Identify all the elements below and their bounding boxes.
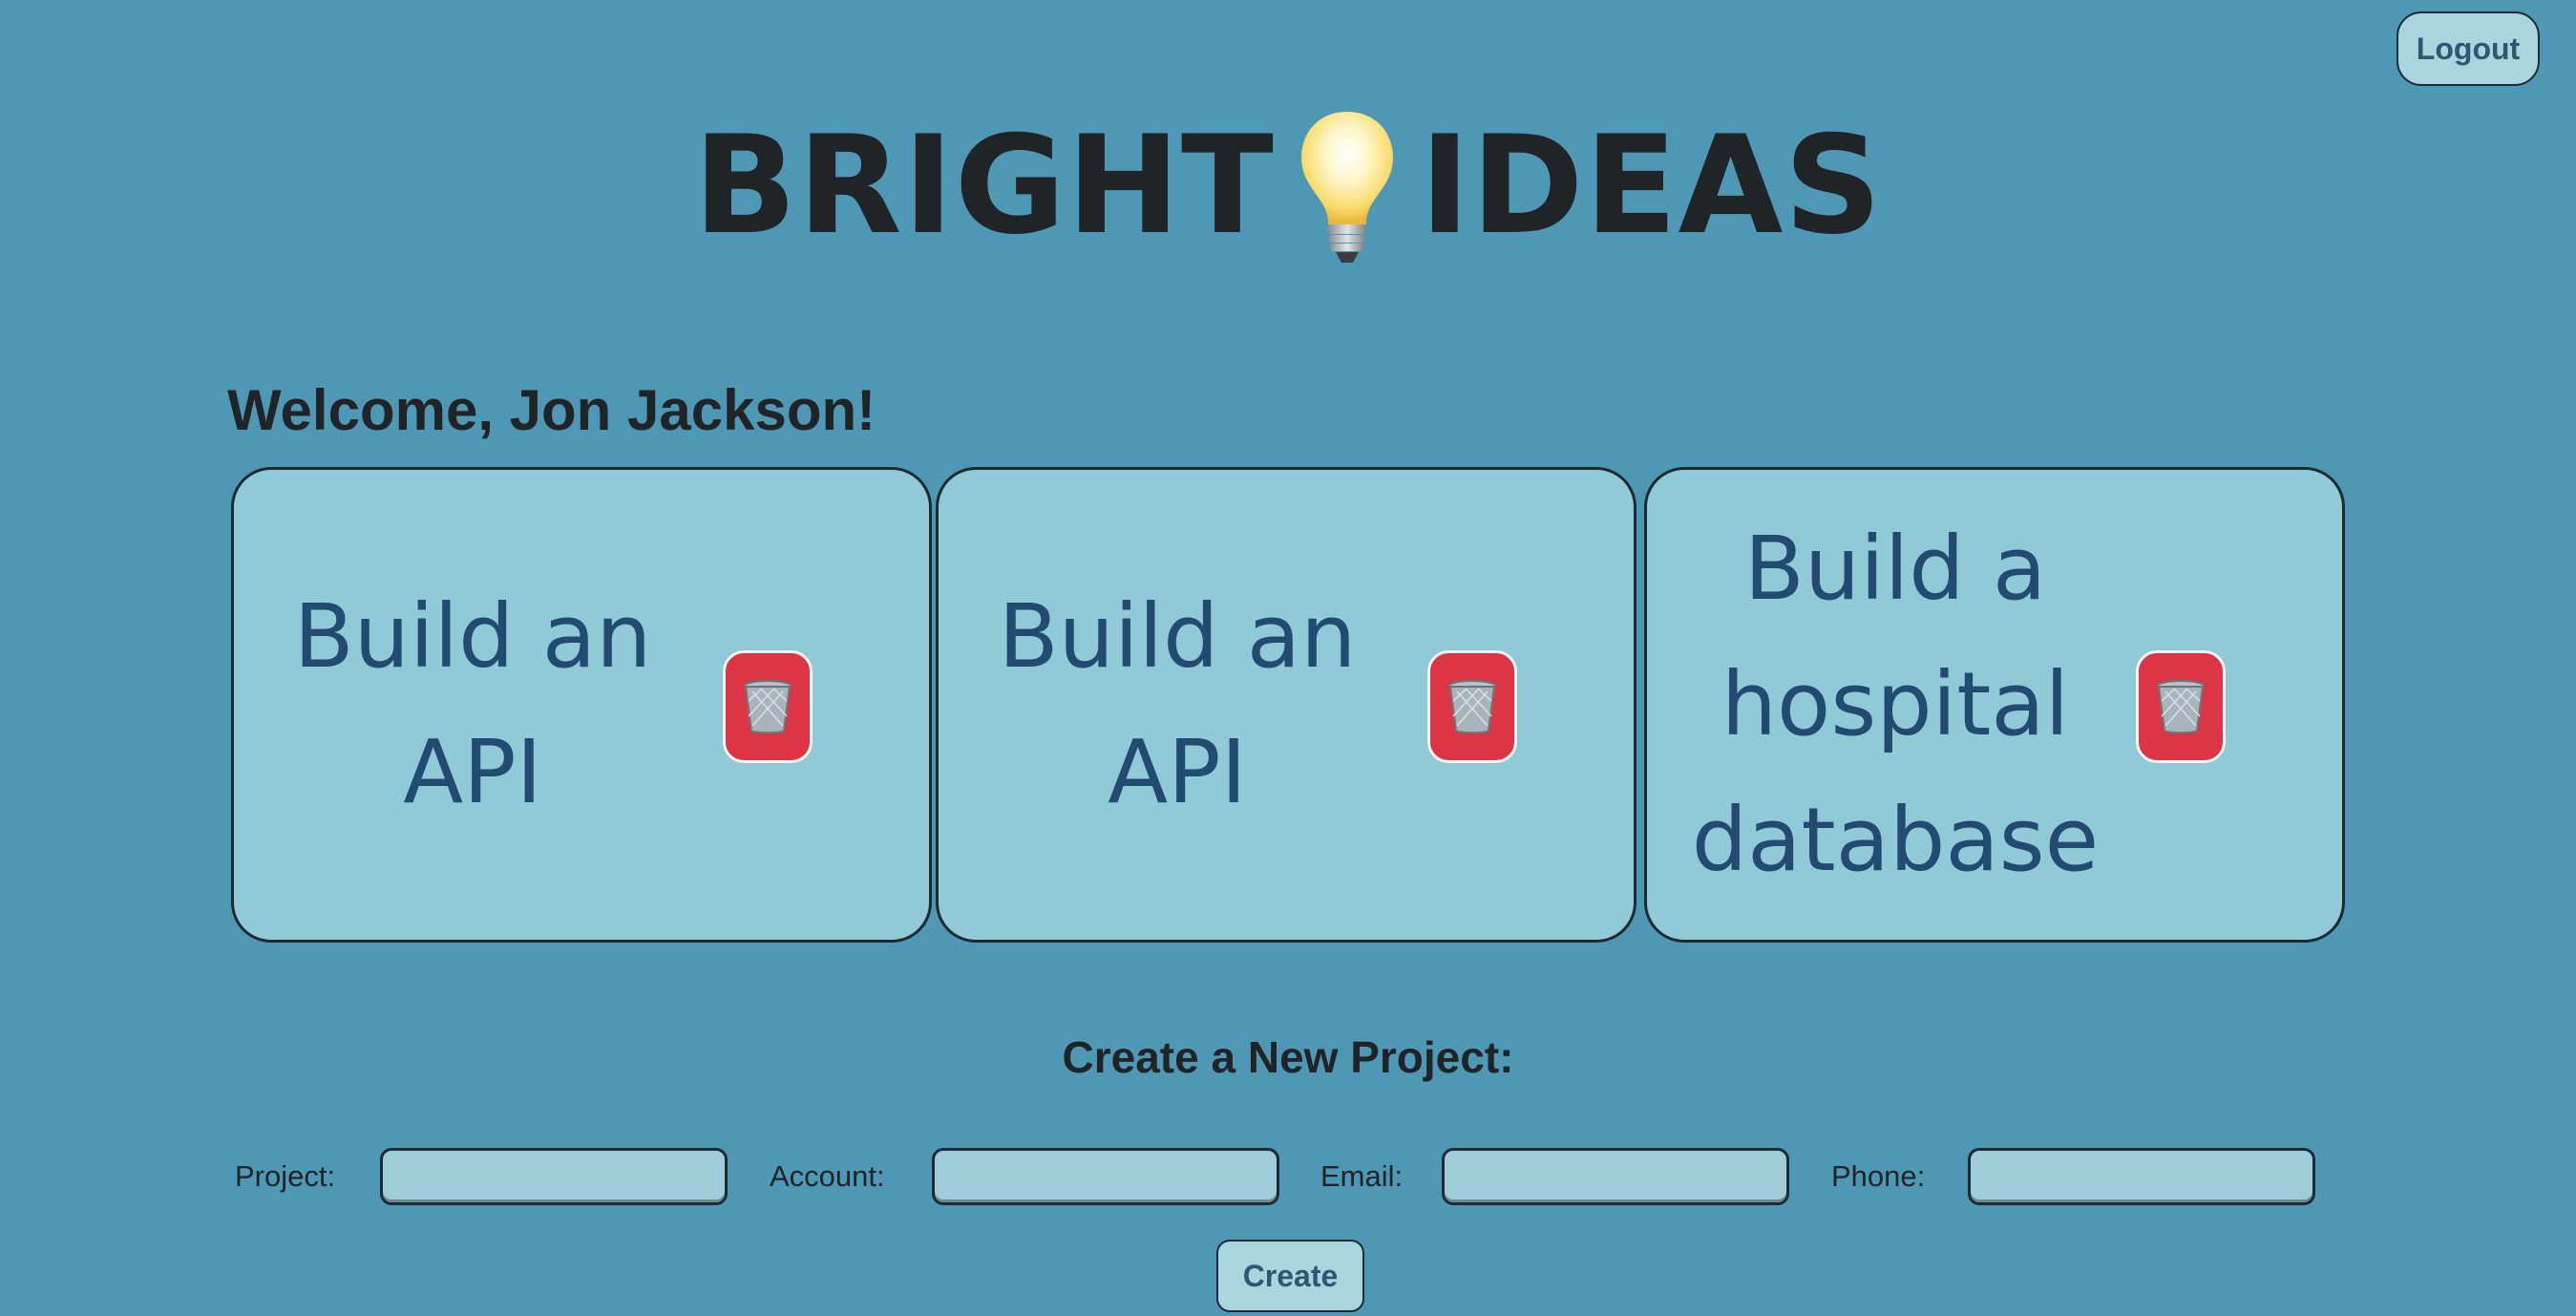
create-project-heading: Create a New Project: xyxy=(1062,1032,1514,1082)
project-field-label: Project: xyxy=(235,1159,336,1193)
create-project-button[interactable]: Create xyxy=(1216,1240,1364,1312)
trash-icon xyxy=(1448,680,1496,734)
email-input[interactable] xyxy=(1442,1148,1789,1205)
project-card[interactable]: Build an API xyxy=(231,467,932,943)
project-name-input[interactable] xyxy=(380,1148,728,1205)
delete-project-button[interactable] xyxy=(723,650,813,763)
project-card-title: Build an API xyxy=(293,585,652,823)
delete-project-button[interactable] xyxy=(1427,650,1517,763)
project-card-list: Build an API Build an API Build a hospit… xyxy=(231,467,2351,943)
project-card[interactable]: Build an API xyxy=(936,467,1636,943)
project-card-title: Build a hospital database xyxy=(1691,518,2100,891)
trash-icon xyxy=(744,680,792,734)
logo-word-left: BRIGHT xyxy=(693,107,1275,265)
welcome-message: Welcome, Jon Jackson! xyxy=(227,378,876,442)
email-field-label: Email: xyxy=(1320,1159,1404,1193)
project-card-title: Build an API xyxy=(998,585,1357,823)
app-logo: BRIGHT IDEAS xyxy=(0,105,2576,267)
logout-button[interactable]: Logout xyxy=(2397,11,2540,86)
account-field-label: Account: xyxy=(770,1159,885,1193)
create-project-form: Project: Account: Email: Phone: xyxy=(0,1148,2576,1205)
project-card[interactable]: Build a hospital database xyxy=(1644,467,2345,943)
phone-input[interactable] xyxy=(1968,1148,2315,1205)
account-input[interactable] xyxy=(932,1148,1279,1205)
delete-project-button[interactable] xyxy=(2136,650,2226,763)
trash-icon xyxy=(2157,680,2205,734)
phone-field-label: Phone: xyxy=(1831,1159,1926,1193)
lightbulb-icon xyxy=(1300,112,1393,263)
logo-word-right: IDEAS xyxy=(1419,107,1883,265)
